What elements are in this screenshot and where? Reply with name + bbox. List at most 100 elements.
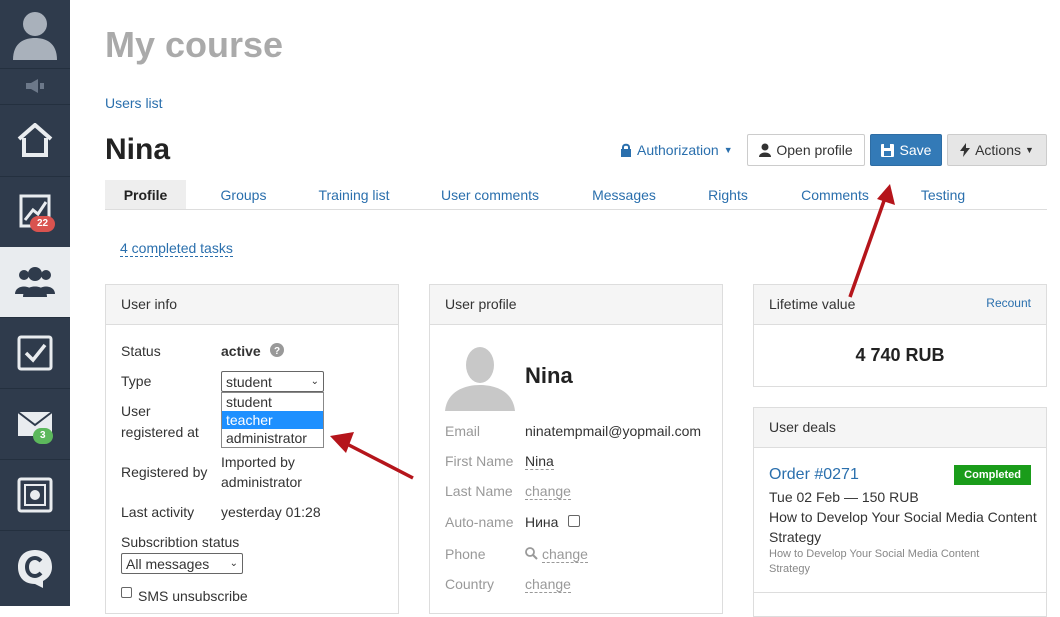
arrow-to-save [848, 197, 887, 298]
tab-training-list[interactable]: Training list [304, 180, 404, 209]
first-name-value[interactable]: Nina [525, 453, 554, 470]
deal-divider [754, 592, 1046, 593]
main-content: My course Users list Nina Authorization … [70, 0, 1060, 617]
sidebar-logo[interactable] [0, 530, 70, 606]
first-name-label: First Name [445, 453, 514, 469]
tab-testing[interactable]: Testing [910, 180, 976, 209]
caret-down-icon: ▼ [723, 145, 733, 155]
megaphone-icon [26, 79, 44, 93]
tab-rights[interactable]: Rights [698, 180, 758, 209]
sidebar-mail[interactable]: 3 [0, 388, 70, 460]
safe-icon [17, 477, 53, 512]
home-icon [17, 123, 53, 157]
svg-text:?: ? [274, 346, 280, 357]
registered-at-label-2: registered at [121, 424, 199, 440]
phone-change[interactable]: change [542, 546, 588, 563]
sidebar-home[interactable] [0, 104, 70, 177]
recount-link[interactable]: Recount [986, 296, 1031, 310]
type-select[interactable]: student ⌄ [221, 371, 324, 392]
type-dropdown-list: student teacher administrator [221, 392, 324, 448]
sidebar-stats[interactable]: 22 [0, 176, 70, 248]
lifetime-value-amount: 4 740 RUB [855, 345, 945, 365]
sms-unsubscribe-checkbox[interactable] [121, 587, 132, 598]
order-date-price: Tue 02 Feb — 150 RUB [769, 489, 919, 505]
lifetime-value-panel: Lifetime value Recount 4 740 RUB [753, 284, 1047, 387]
email-value: ninatempmail@yopmail.com [525, 423, 702, 439]
authorization-dropdown[interactable]: Authorization ▼ [620, 142, 733, 158]
chevron-down-icon: ⌄ [229, 558, 238, 569]
chevron-down-icon: ⌄ [310, 376, 319, 387]
auto-name-label: Auto-name [445, 514, 514, 530]
user-profile-panel: User profile Nina Email ninatempmail@yop… [429, 284, 723, 614]
last-activity-value[interactable]: yesterday 01:28 [221, 504, 321, 520]
profile-avatar-icon [445, 343, 515, 411]
sidebar-tasks[interactable] [0, 317, 70, 389]
sidebar-avatar[interactable] [0, 0, 70, 69]
sidebar-safe[interactable] [0, 459, 70, 531]
email-label: Email [445, 423, 481, 439]
actions-dropdown[interactable]: Actions ▼ [947, 134, 1047, 166]
user-deals-panel: User deals Order #0271 Completed Tue 02 … [753, 407, 1047, 617]
mail-badge: 3 [33, 428, 53, 444]
status-value: active [221, 343, 261, 359]
registered-by-value-1: Imported by [221, 454, 295, 470]
floppy-icon [880, 143, 894, 157]
type-option-teacher[interactable]: teacher [222, 411, 323, 429]
country-label: Country [445, 576, 495, 592]
user-deals-title: User deals [754, 408, 1046, 448]
user-profile-title: User profile [430, 285, 722, 325]
authorization-label: Authorization [637, 142, 719, 158]
bolt-icon [960, 143, 971, 157]
users-icon [15, 267, 55, 297]
country-change[interactable]: change [525, 576, 571, 593]
lock-icon [621, 143, 631, 157]
actions-label: Actions [975, 142, 1021, 158]
product-subtitle-line-1: How to Develop Your Social Media Content [769, 548, 980, 560]
sidebar-megaphone[interactable] [0, 68, 70, 105]
subscription-status-select[interactable]: All messages ⌄ [121, 553, 243, 574]
breadcrumb-users-list[interactable]: Users list [105, 95, 163, 111]
user-name-heading: Nina [105, 133, 171, 166]
product-name-line-2: Strategy [769, 529, 822, 545]
last-name-change[interactable]: change [525, 483, 571, 500]
product-name-line-1: How to Develop Your Social Media Content [769, 509, 1037, 525]
tab-profile[interactable]: Profile [105, 180, 186, 209]
tab-groups[interactable]: Groups [206, 180, 281, 209]
last-activity-label: Last activity [121, 504, 195, 520]
logo-icon [18, 550, 52, 588]
save-label: Save [899, 142, 932, 158]
registered-by-value-2: administrator [221, 474, 302, 490]
phone-label: Phone [445, 546, 486, 562]
person-icon [759, 143, 772, 157]
auto-name-checkbox[interactable] [568, 515, 580, 527]
last-name-label: Last Name [445, 483, 513, 499]
type-option-student[interactable]: student [222, 393, 323, 411]
sidebar-users[interactable] [0, 247, 70, 318]
tab-comments[interactable]: Comments [789, 180, 881, 209]
subscription-status-label: Subscribtion status [121, 534, 240, 550]
tab-user-comments[interactable]: User comments [430, 180, 550, 209]
checkbox-icon [17, 335, 53, 370]
auto-name-value: Нина [525, 514, 559, 530]
caret-down-icon: ▼ [1025, 145, 1034, 155]
type-label: Type [121, 373, 152, 389]
completed-tasks-link[interactable]: 4 completed tasks [120, 240, 233, 257]
user-info-panel: User info Status active ? Type student ⌄… [105, 284, 399, 614]
help-icon[interactable]: ? [270, 343, 284, 357]
save-button[interactable]: Save [870, 134, 942, 166]
profile-name: Nina [525, 363, 573, 388]
product-subtitle-line-2: Strategy [769, 563, 810, 575]
search-icon [525, 547, 538, 560]
open-profile-label: Open profile [776, 142, 853, 158]
completed-badge: Completed [954, 465, 1031, 485]
status-label: Status [121, 343, 161, 359]
user-info-title: User info [106, 285, 398, 325]
sidebar: 22 3 [0, 0, 70, 606]
subscription-select-value: All messages [126, 555, 210, 572]
type-option-administrator[interactable]: administrator [222, 429, 323, 447]
order-link[interactable]: Order #0271 [769, 466, 859, 484]
avatar-icon [13, 12, 57, 60]
tabs-divider [105, 209, 1047, 210]
tab-messages[interactable]: Messages [580, 180, 668, 209]
open-profile-button[interactable]: Open profile [747, 134, 865, 166]
